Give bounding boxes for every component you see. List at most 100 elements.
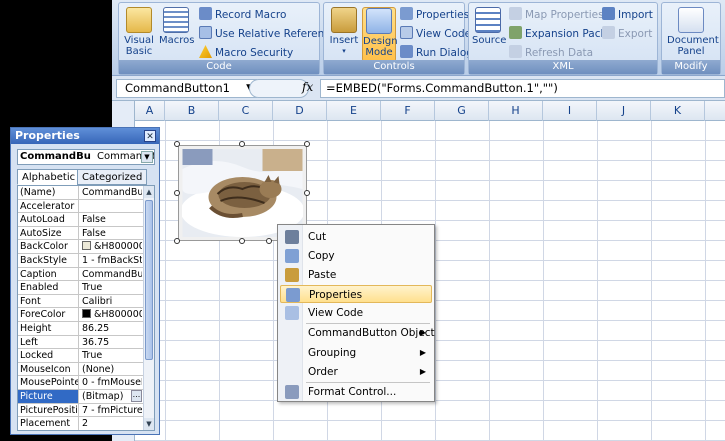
property-value[interactable]: 0 - fmMouseP	[80, 376, 142, 389]
property-value[interactable]: 86.25	[80, 322, 142, 335]
property-value[interactable]: 36.75	[80, 336, 142, 349]
properties-scrollbar[interactable]: ▲ ▼	[143, 186, 154, 430]
properties-title-bar[interactable]: Properties ✕	[11, 128, 159, 144]
property-value[interactable]: (Bitmap)...	[80, 389, 142, 403]
property-value[interactable]	[80, 200, 142, 213]
column-header-k[interactable]: K	[651, 101, 705, 121]
source-button[interactable]: Source	[472, 7, 506, 46]
object-selector[interactable]: CommandBu CommandButt ▼	[17, 149, 155, 165]
property-row[interactable]: Placement 2	[18, 417, 154, 430]
column-header-b[interactable]: B	[165, 101, 219, 121]
property-name: Caption	[18, 267, 79, 281]
property-row[interactable]: Accelerator	[18, 199, 154, 214]
property-row[interactable]: Left 36.75	[18, 335, 154, 350]
property-value[interactable]: False	[80, 227, 142, 240]
design-mode-icon	[366, 8, 392, 34]
resize-handle-n[interactable]	[239, 141, 245, 147]
expansion-packs-button[interactable]: Expansion Packs	[509, 26, 612, 43]
column-header-j[interactable]: J	[597, 101, 651, 121]
formula-input[interactable]: =EMBED("Forms.CommandButton.1","")	[320, 79, 725, 98]
property-row[interactable]: MouseIcon (None)	[18, 362, 154, 377]
property-row[interactable]: MousePointer 0 - fmMouseP	[18, 376, 154, 390]
map-properties-button[interactable]: Map Properties	[509, 7, 604, 24]
resize-handle-s[interactable]	[239, 238, 245, 244]
property-row[interactable]: PicturePosition7 - fmPictureP	[18, 403, 154, 418]
menu-item-grouping[interactable]: Grouping ▶	[280, 344, 432, 362]
properties-button[interactable]: Properties	[400, 7, 469, 24]
color-swatch	[82, 241, 91, 251]
property-row[interactable]: ForeColor &H800000	[18, 308, 154, 322]
name-box[interactable]: CommandButton1 ▼	[116, 79, 257, 98]
menu-item-paste[interactable]: Paste	[280, 266, 432, 284]
property-row[interactable]: AutoLoad False	[18, 213, 154, 227]
property-row[interactable]: Caption CommandBut	[18, 267, 154, 282]
column-header-f[interactable]: F	[381, 101, 435, 121]
property-row[interactable]: Font Calibri	[18, 294, 154, 309]
scroll-up-icon[interactable]: ▲	[144, 186, 154, 198]
menu-item-order[interactable]: Order ▶	[280, 363, 432, 381]
property-value[interactable]: 7 - fmPictureP	[80, 404, 142, 417]
property-value[interactable]: Calibri	[80, 295, 142, 308]
menu-item-properties[interactable]: Properties	[280, 285, 432, 303]
property-row[interactable]: Enabled True	[18, 281, 154, 295]
select-all-corner[interactable]	[112, 101, 135, 121]
column-header-h[interactable]: H	[489, 101, 543, 121]
ellipsis-button[interactable]: ...	[131, 389, 142, 402]
property-row[interactable]: (Name) CommandBut	[18, 186, 154, 200]
menu-item-view-code[interactable]: View Code	[280, 304, 432, 322]
column-header-g[interactable]: G	[435, 101, 489, 121]
export-button[interactable]: Export	[602, 26, 652, 43]
tab-alphabetic[interactable]: Alphabetic	[17, 169, 81, 185]
menu-item-cut[interactable]: Cut	[280, 228, 432, 246]
menu-item-format-control[interactable]: Format Control...	[280, 383, 432, 401]
property-value[interactable]: True	[80, 349, 142, 362]
property-row[interactable]: AutoSize False	[18, 226, 154, 241]
property-value[interactable]: &H800000	[80, 240, 142, 253]
chevron-down-icon[interactable]: ▼	[141, 151, 153, 163]
column-header-a[interactable]: A	[135, 101, 165, 121]
property-value[interactable]: 1 - fmBackSty	[80, 254, 142, 267]
property-value[interactable]: (None)	[80, 363, 142, 376]
formula-bar-divider[interactable]	[249, 79, 309, 98]
view-code-button[interactable]: View Code	[400, 26, 471, 43]
macros-button[interactable]: Macros	[159, 7, 194, 46]
expansion-packs-icon	[509, 26, 522, 39]
column-header-e[interactable]: E	[327, 101, 381, 121]
scroll-thumb[interactable]	[145, 200, 153, 360]
resize-handle-se[interactable]	[266, 238, 272, 244]
property-value[interactable]: CommandBut	[80, 268, 142, 281]
record-macro-button[interactable]: Record Macro	[199, 7, 286, 24]
menu-item-copy[interactable]: Copy	[280, 247, 432, 265]
import-button[interactable]: Import	[602, 7, 653, 24]
code-group: Visual Basic Macros Record Macro Use Rel…	[118, 2, 342, 75]
resize-handle-nw[interactable]	[174, 141, 180, 147]
use-relative-references-button[interactable]: Use Relative References	[199, 26, 342, 43]
property-row[interactable]: Picture (Bitmap)...	[18, 389, 154, 404]
document-panel-button[interactable]: Document Panel	[664, 7, 719, 57]
property-row[interactable]: Height 86.25	[18, 321, 154, 336]
property-row[interactable]: Locked True	[18, 349, 154, 363]
property-value[interactable]: True	[80, 281, 142, 294]
column-header-c[interactable]: C	[219, 101, 273, 121]
property-value[interactable]: 2	[80, 417, 142, 430]
property-row[interactable]: BackColor &H800000	[18, 240, 154, 254]
insert-label: Insert	[329, 35, 359, 46]
insert-button[interactable]: Insert ▾	[327, 7, 361, 57]
close-icon[interactable]: ✕	[144, 130, 156, 142]
resize-handle-w[interactable]	[174, 190, 180, 196]
property-row[interactable]: BackStyle 1 - fmBackSty	[18, 253, 154, 268]
scroll-down-icon[interactable]: ▼	[144, 418, 154, 430]
insert-function-icon[interactable]: fx	[302, 80, 313, 94]
tab-categorized[interactable]: Categorized	[77, 169, 148, 185]
resize-handle-ne[interactable]	[304, 141, 310, 147]
property-value[interactable]: &H800000	[80, 308, 142, 321]
design-mode-button[interactable]: Design Mode	[362, 7, 398, 62]
column-header-d[interactable]: D	[273, 101, 327, 121]
column-header-i[interactable]: I	[543, 101, 597, 121]
resize-handle-e[interactable]	[304, 190, 310, 196]
menu-item-commandbutton-object[interactable]: CommandButton Object ▶	[280, 324, 435, 342]
visual-basic-button[interactable]: Visual Basic	[122, 7, 156, 57]
property-value[interactable]: False	[80, 213, 142, 226]
property-value[interactable]: CommandBut	[80, 186, 142, 199]
resize-handle-sw[interactable]	[174, 238, 180, 244]
